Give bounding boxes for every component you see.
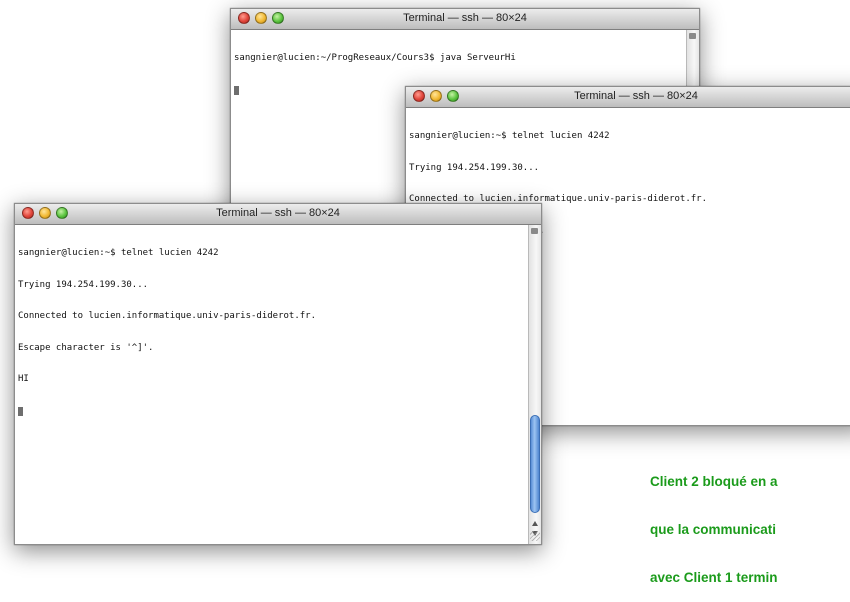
terminal-output[interactable]: sangnier@lucien:~$ telnet lucien 4242 Tr… — [18, 227, 527, 437]
vertical-scrollbar[interactable] — [528, 225, 541, 544]
text-cursor — [18, 406, 23, 416]
window-titlebar[interactable]: Terminal — ssh — 80×24 — [406, 87, 850, 108]
text-cursor — [234, 85, 239, 95]
terminal-line: Trying 194.254.199.30... — [18, 279, 149, 290]
terminal-line: sangnier@lucien:~$ telnet lucien 4242 — [18, 248, 219, 258]
terminal-window-client1[interactable]: Terminal — ssh — 80×24 sangnier@lucien:~… — [14, 203, 542, 545]
window-titlebar[interactable]: Terminal — ssh — 80×24 — [15, 204, 541, 225]
annotation-line: Client 2 bloqué en a — [650, 474, 778, 489]
annotation-line: que la communicati — [650, 522, 777, 537]
terminal-line: sangnier@lucien:~$ telnet lucien 4242 — [409, 131, 610, 141]
terminal-line: HI — [18, 374, 29, 384]
terminal-line: sangnier@lucien:~/ProgReseaux/Cours3$ ja… — [234, 53, 516, 63]
window-title: Terminal — ssh — 80×24 — [216, 207, 340, 219]
resize-grip-icon[interactable] — [530, 531, 540, 541]
terminal-line: Connected to lucien.informatique.univ-pa… — [18, 311, 317, 321]
terminal-line: Escape character is '^]'. — [18, 342, 154, 353]
window-title: Terminal — ssh — 80×24 — [403, 12, 527, 24]
window-title: Terminal — ssh — 80×24 — [574, 90, 698, 102]
annotation-note: Client 2 bloqué en a que la communicati … — [650, 442, 778, 602]
window-titlebar[interactable]: Terminal — ssh — 80×24 — [231, 9, 699, 30]
scroll-top-icon — [531, 228, 538, 234]
scroll-up-arrow-icon[interactable] — [532, 521, 538, 526]
scroll-top-icon — [689, 33, 696, 39]
terminal-line: Trying 194.254.199.30... — [409, 162, 540, 173]
annotation-line: avec Client 1 termin — [650, 570, 778, 585]
scroll-thumb[interactable] — [530, 415, 540, 513]
